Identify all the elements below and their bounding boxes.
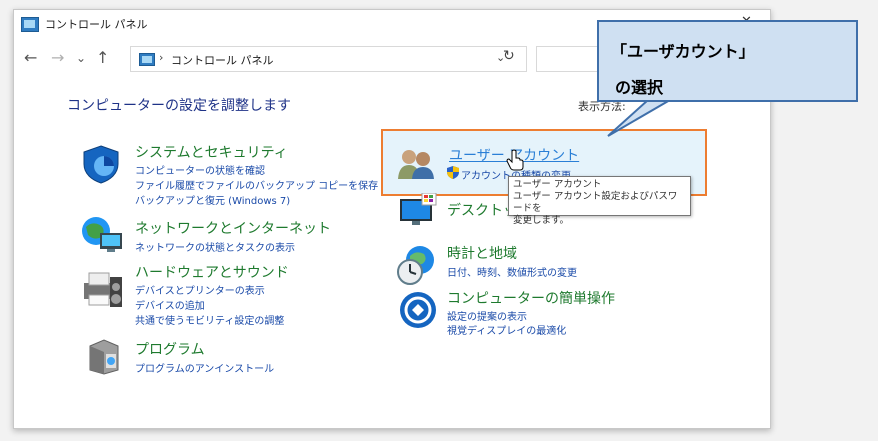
category-title-system-security[interactable]: システムとセキュリティ [135, 142, 288, 162]
shield-icon [83, 145, 119, 184]
tooltip-title: ユーザー アカウント [513, 179, 602, 190]
category-title-ease-of-access[interactable]: コンピューターの簡単操作 [447, 288, 615, 308]
callout-annotation: 「ユーザカウント」 の選択 [597, 20, 858, 102]
link-suggested-settings[interactable]: 設定の提案の表示 [447, 308, 527, 323]
link-optimize-display[interactable]: 視覚ディスプレイの最適化 [447, 322, 566, 337]
link-uninstall-program[interactable]: プログラムのアンインストール [135, 360, 274, 375]
programs-box-icon [89, 339, 119, 375]
callout-text-line1: 「ユーザカウント」 [611, 42, 755, 61]
category-title-hardware-sound[interactable]: ハードウェアとサウンド [135, 262, 289, 282]
callout-text-line2: の選択 [615, 78, 664, 97]
link-change-date-time-format[interactable]: 日付、時刻、数値形式の変更 [447, 264, 577, 279]
monitor-palette-icon [400, 193, 437, 225]
forward-arrow-icon[interactable]: → [51, 48, 64, 67]
uac-shield-icon [447, 166, 459, 179]
back-arrow-icon[interactable]: ← [24, 48, 37, 67]
link-mobility-settings[interactable]: 共通で使うモビリティ設定の調整 [135, 312, 284, 327]
page-title: コンピューターの設定を調整します [67, 98, 291, 114]
network-globe-icon [82, 217, 122, 252]
control-panel-icon [139, 53, 155, 66]
control-panel-icon [21, 17, 39, 32]
link-check-computer-status[interactable]: コンピューターの状態を確認 [135, 162, 265, 177]
users-icon [398, 150, 434, 179]
link-backup-restore[interactable]: バックアップと復元 (Windows 7) [135, 192, 290, 207]
link-devices-printers[interactable]: デバイスとプリンターの表示 [135, 282, 265, 297]
clock-globe-icon [397, 246, 434, 285]
window-title: コントロール パネル [45, 18, 148, 31]
link-file-history-backup[interactable]: ファイル履歴でファイルのバックアップ コピーを保存 [135, 177, 378, 192]
callout-pointer [607, 98, 674, 137]
tooltip-description-2: 変更します。 [513, 215, 570, 226]
hand-cursor-icon [506, 149, 524, 171]
refresh-icon[interactable]: ↻ [503, 48, 515, 64]
link-network-status[interactable]: ネットワークの状態とタスクの表示 [135, 239, 295, 254]
recent-locations-chevron-icon[interactable]: ⌄ [76, 51, 86, 65]
breadcrumb-separator-icon[interactable]: › [159, 51, 163, 64]
address-bar[interactable]: › コントロール パネル ⌄ [130, 46, 527, 72]
user-accounts-tooltip: ユーザー アカウント ユーザー アカウント設定およびパスワードを 変更します。 [508, 176, 691, 226]
category-title-programs[interactable]: プログラム [135, 339, 205, 359]
breadcrumb-control-panel[interactable]: コントロール パネル [171, 52, 274, 68]
category-title-network-internet[interactable]: ネットワークとインターネット [135, 218, 331, 238]
up-arrow-icon[interactable]: ↑ [96, 48, 109, 67]
accessibility-icon [400, 292, 436, 328]
printer-speaker-icon [84, 272, 122, 307]
link-add-device[interactable]: デバイスの追加 [135, 297, 205, 312]
tooltip-description-1: ユーザー アカウント設定およびパスワードを [513, 191, 678, 214]
category-title-clock-region[interactable]: 時計と地域 [447, 243, 517, 263]
